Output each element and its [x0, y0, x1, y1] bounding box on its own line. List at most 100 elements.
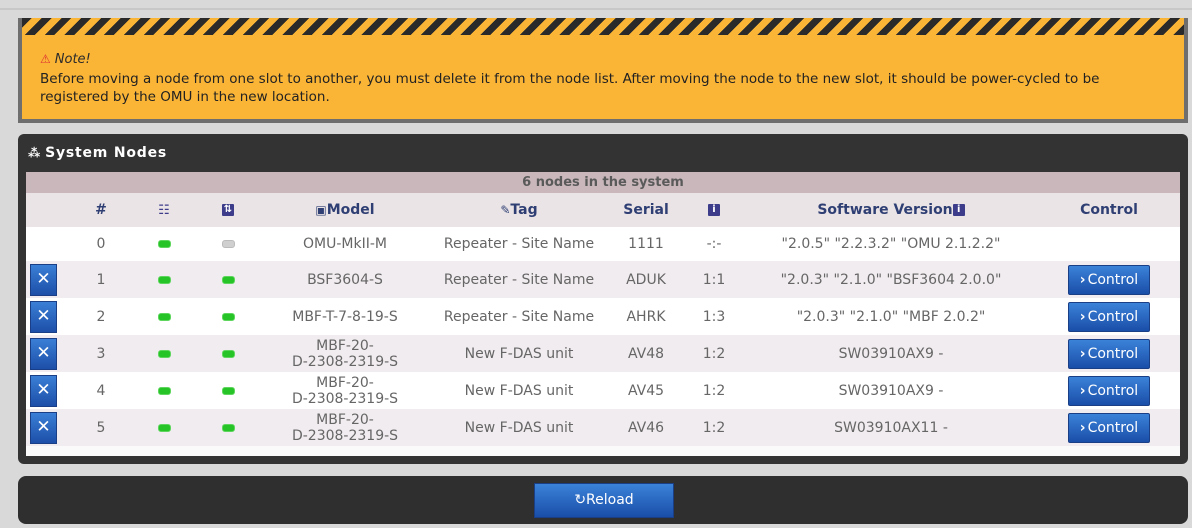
control-cell: › Control	[1038, 298, 1180, 335]
node-info: 1:1	[684, 261, 744, 298]
node-model: MBF-20- D-2308-2319-S	[260, 372, 430, 409]
node-tag: New F-DAS unit	[430, 372, 608, 409]
header-state[interactable]: ⇅	[196, 193, 260, 227]
state-led	[221, 423, 235, 432]
node-software-version: "2.0.3" "2.1.0" "BSF3604 2.0.0"	[744, 261, 1038, 298]
header-model-label: Model	[326, 202, 375, 218]
status-cell	[132, 335, 196, 372]
panel-title: ⁂ System Nodes	[28, 145, 167, 161]
state-led	[221, 240, 235, 248]
node-serial: AV48	[608, 335, 684, 372]
note-title: ⚠ Note!	[40, 52, 91, 67]
state-cell	[196, 372, 260, 409]
state-cell	[196, 298, 260, 335]
control-button[interactable]: › Control	[1068, 375, 1150, 406]
node-number: 1	[70, 261, 132, 298]
sort-icon: ⇅	[222, 204, 234, 216]
status-led	[157, 386, 171, 395]
delete-icon: ✕	[36, 342, 51, 363]
panel-title-text: System Nodes	[45, 145, 168, 161]
control-cell	[1038, 227, 1180, 261]
node-serial: AV46	[608, 409, 684, 446]
header-info[interactable]: i	[684, 193, 744, 227]
state-led	[221, 386, 235, 395]
table-row: ✕ 2 MBF-T-7-8-19-S Repeater - Site Name AHRK…	[26, 298, 1180, 335]
delete-node-button[interactable]: ✕	[30, 374, 57, 407]
header-tag[interactable]: ✎Tag	[430, 193, 608, 227]
node-model: OMU-MkII-M	[260, 227, 430, 261]
table-row: ✕ 5 MBF-20- D-2308-2319-S New F-DAS unit AV4…	[26, 409, 1180, 446]
node-tag: New F-DAS unit	[430, 335, 608, 372]
table-header-row: # ☷ ⇅ ▣Model ✎Tag Serial i Software Vers…	[26, 193, 1180, 227]
node-serial: AV45	[608, 372, 684, 409]
node-tag: New F-DAS unit	[430, 409, 608, 446]
warning-icon: ⚠	[40, 52, 51, 66]
delete-cell: ✕	[26, 298, 70, 335]
node-software-version: SW03910AX11 -	[744, 409, 1038, 446]
delete-node-button[interactable]: ✕	[30, 300, 57, 333]
header-model[interactable]: ▣Model	[260, 193, 430, 227]
state-led	[221, 275, 235, 284]
chevron-right-icon: ›	[1079, 419, 1086, 436]
control-button[interactable]: › Control	[1068, 301, 1150, 332]
node-tag: Repeater - Site Name	[430, 298, 608, 335]
reload-button[interactable]: ↻Reload	[534, 483, 674, 518]
control-cell: › Control	[1038, 335, 1180, 372]
control-button-label: Control	[1087, 382, 1139, 399]
control-cell: › Control	[1038, 261, 1180, 298]
delete-cell: ✕	[26, 372, 70, 409]
status-cell	[132, 298, 196, 335]
node-info: 1:2	[684, 409, 744, 446]
node-software-version: SW03910AX9 -	[744, 372, 1038, 409]
control-cell: › Control	[1038, 409, 1180, 446]
network-icon: ⁂	[28, 146, 42, 160]
note-text: Before moving a node from one slot to an…	[40, 71, 1100, 105]
node-serial: ADUK	[608, 261, 684, 298]
nodes-count-caption: 6 nodes in the system	[26, 172, 1180, 193]
control-button-label: Control	[1087, 308, 1139, 325]
delete-icon: ✕	[36, 416, 51, 437]
status-led	[157, 240, 171, 248]
node-model: MBF-20- D-2308-2319-S	[260, 409, 430, 446]
delete-node-button[interactable]: ✕	[30, 263, 57, 296]
checklist-icon: ☷	[158, 203, 170, 218]
delete-cell: ✕	[26, 335, 70, 372]
header-serial[interactable]: Serial	[608, 193, 684, 227]
header-number[interactable]: #	[70, 193, 132, 227]
delete-icon: ✕	[36, 305, 51, 326]
control-button[interactable]: › Control	[1068, 338, 1150, 369]
info-icon: i	[952, 204, 965, 216]
tag-icon: ✎	[500, 203, 511, 217]
chevron-right-icon: ›	[1079, 271, 1086, 288]
node-software-version: "2.0.3" "2.1.0" "MBF 2.0.2"	[744, 298, 1038, 335]
node-software-version: SW03910AX9 -	[744, 335, 1038, 372]
delete-cell: ✕	[26, 409, 70, 446]
delete-node-button[interactable]: ✕	[30, 337, 57, 370]
header-software-version[interactable]: Software Version i	[744, 193, 1038, 227]
control-button[interactable]: › Control	[1068, 264, 1150, 295]
node-software-version: "2.0.5" "2.2.3.2" "OMU 2.1.2.2"	[744, 227, 1038, 261]
status-led	[157, 423, 171, 432]
delete-node-button[interactable]: ✕	[30, 411, 57, 444]
node-info: 1:3	[684, 298, 744, 335]
info-icon: i	[708, 204, 720, 216]
state-led	[221, 349, 235, 358]
delete-icon: ✕	[36, 379, 51, 400]
delete-icon: ✕	[36, 268, 51, 289]
table-row: ✕ 3 MBF-20- D-2308-2319-S New F-DAS unit AV4…	[26, 335, 1180, 372]
status-cell	[132, 227, 196, 261]
delete-cell	[26, 227, 70, 261]
state-cell	[196, 227, 260, 261]
status-led	[157, 349, 171, 358]
control-button[interactable]: › Control	[1068, 412, 1150, 443]
header-status[interactable]: ☷	[132, 193, 196, 227]
node-serial: 1111	[608, 227, 684, 261]
table-row: ✕ 4 MBF-20- D-2308-2319-S New F-DAS unit AV4…	[26, 372, 1180, 409]
node-tag: Repeater - Site Name	[430, 261, 608, 298]
header-delete	[26, 193, 70, 227]
header-software-label: Software Version	[817, 202, 953, 218]
note-title-text: Note!	[54, 52, 91, 67]
node-model: MBF-T-7-8-19-S	[260, 298, 430, 335]
system-nodes-panel: ⁂ System Nodes 6 nodes in the system # ☷ …	[18, 134, 1188, 464]
model-icon: ▣	[315, 203, 327, 217]
